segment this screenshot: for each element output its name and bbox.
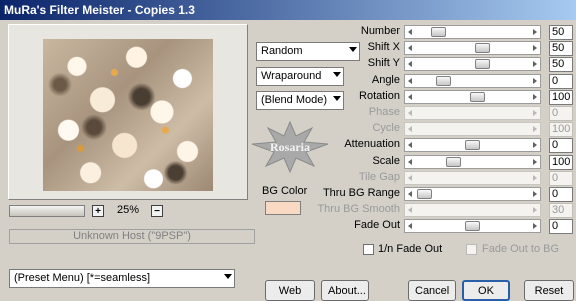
- angle-value-field[interactable]: 0: [549, 74, 573, 89]
- arrow-left-icon[interactable]: [408, 159, 412, 165]
- fade-to-bg-checkbox[interactable]: [466, 244, 477, 255]
- arrow-left-icon[interactable]: [408, 110, 412, 116]
- fade-to-bg-label: Fade Out to BG: [482, 243, 560, 255]
- thru-bg-range-slider-thumb[interactable]: [417, 189, 432, 199]
- arrow-left-icon[interactable]: [408, 94, 412, 100]
- cycle-value-field[interactable]: 100: [549, 122, 573, 137]
- host-status: Unknown Host ("9PSP"): [9, 229, 255, 244]
- tile-gap-label: Tile Gap: [358, 171, 400, 183]
- arrow-right-icon[interactable]: [533, 142, 537, 148]
- thru-bg-smooth-label: Thru BG Smooth: [317, 203, 400, 215]
- attenuation-slider[interactable]: [404, 138, 541, 152]
- angle-label: Angle: [371, 74, 400, 86]
- arrow-right-icon[interactable]: [533, 191, 537, 197]
- rotation-slider[interactable]: [404, 90, 541, 104]
- arrow-right-icon[interactable]: [533, 175, 537, 181]
- thru-bg-range-slider[interactable]: [404, 187, 541, 201]
- thru-bg-smooth-slider[interactable]: [404, 203, 541, 217]
- shift-y-value-field[interactable]: 50: [549, 57, 573, 72]
- preview-panel[interactable]: [8, 24, 248, 200]
- tile-gap-value-field[interactable]: 0: [549, 171, 573, 186]
- zoom-in-button[interactable]: +: [92, 205, 104, 217]
- zoom-out-button[interactable]: −: [151, 205, 163, 217]
- rotation-value-field[interactable]: 100: [549, 90, 573, 105]
- title-bar: MuRa's Filter Meister - Copies 1.3: [0, 0, 576, 20]
- fade-out-label: Fade Out: [354, 219, 400, 231]
- scale-slider[interactable]: [404, 155, 541, 169]
- preset-menu-value: (Preset Menu) [*=seamless]: [14, 272, 151, 284]
- arrow-left-icon[interactable]: [408, 126, 412, 132]
- shift-y-slider[interactable]: [404, 57, 541, 71]
- scale-label: Scale: [372, 155, 400, 167]
- rotation-slider-thumb[interactable]: [470, 92, 485, 102]
- arrow-right-icon[interactable]: [533, 207, 537, 213]
- arrow-right-icon[interactable]: [533, 223, 537, 229]
- angle-slider[interactable]: [404, 74, 541, 88]
- shift-x-value-field[interactable]: 50: [549, 41, 573, 56]
- fade-out-value-field[interactable]: 0: [549, 219, 573, 234]
- attenuation-value-field[interactable]: 0: [549, 138, 573, 153]
- shift-x-label: Shift X: [367, 41, 400, 53]
- filter-window: MuRa's Filter Meister - Copies 1.3 + 25%…: [0, 0, 576, 301]
- arrow-right-icon[interactable]: [533, 29, 537, 35]
- shift-y-label: Shift Y: [367, 57, 400, 69]
- thru-bg-range-label: Thru BG Range: [322, 187, 400, 199]
- arrow-left-icon[interactable]: [408, 191, 412, 197]
- shift-y-slider-thumb[interactable]: [475, 59, 490, 69]
- attenuation-slider-thumb[interactable]: [465, 140, 480, 150]
- zoom-slider[interactable]: [9, 205, 85, 217]
- arrow-left-icon[interactable]: [408, 61, 412, 67]
- arrow-left-icon[interactable]: [408, 78, 412, 84]
- tile-gap-slider[interactable]: [404, 171, 541, 185]
- arrow-left-icon[interactable]: [408, 45, 412, 51]
- arrow-right-icon[interactable]: [533, 61, 537, 67]
- number-label: Number: [360, 25, 400, 37]
- attenuation-label: Attenuation: [344, 138, 400, 150]
- number-slider-thumb[interactable]: [431, 27, 446, 37]
- reset-button[interactable]: Reset: [524, 280, 574, 301]
- cancel-button[interactable]: Cancel: [408, 280, 456, 301]
- fade-out-slider-thumb[interactable]: [465, 221, 480, 231]
- preset-menu-dropdown[interactable]: (Preset Menu) [*=seamless]: [9, 269, 235, 288]
- number-slider[interactable]: [404, 25, 541, 39]
- thru-bg-range-value-field[interactable]: 0: [549, 187, 573, 202]
- inverse-fade-label: 1/n Fade Out: [378, 243, 443, 255]
- rotation-label: Rotation: [359, 90, 400, 102]
- cycle-slider[interactable]: [404, 122, 541, 136]
- arrow-right-icon[interactable]: [533, 94, 537, 100]
- arrow-right-icon[interactable]: [533, 159, 537, 165]
- arrow-left-icon[interactable]: [408, 223, 412, 229]
- phase-label: Phase: [368, 106, 400, 118]
- inverse-fade-checkbox[interactable]: [363, 244, 374, 255]
- web-button[interactable]: Web: [265, 280, 315, 301]
- preview-image[interactable]: [43, 39, 213, 191]
- phase-slider[interactable]: [404, 106, 541, 120]
- arrow-right-icon[interactable]: [533, 126, 537, 132]
- arrow-right-icon[interactable]: [533, 78, 537, 84]
- arrow-right-icon[interactable]: [533, 45, 537, 51]
- scale-value-field[interactable]: 100: [549, 155, 573, 170]
- chevron-down-icon: [224, 274, 232, 279]
- arrow-left-icon[interactable]: [408, 29, 412, 35]
- arrow-left-icon[interactable]: [408, 207, 412, 213]
- number-value-field[interactable]: 50: [549, 25, 573, 40]
- shift-x-slider-thumb[interactable]: [475, 43, 490, 53]
- fade-out-slider[interactable]: [404, 219, 541, 233]
- arrow-right-icon[interactable]: [533, 110, 537, 116]
- arrow-left-icon[interactable]: [408, 142, 412, 148]
- arrow-left-icon[interactable]: [408, 175, 412, 181]
- scale-slider-thumb[interactable]: [446, 157, 461, 167]
- zoom-level: 25%: [117, 204, 140, 216]
- angle-slider-thumb[interactable]: [436, 76, 451, 86]
- ok-button[interactable]: OK: [462, 280, 510, 301]
- shift-x-slider[interactable]: [404, 41, 541, 55]
- cycle-label: Cycle: [372, 122, 400, 134]
- thru-bg-smooth-value-field[interactable]: 30: [549, 203, 573, 218]
- about-button[interactable]: About...: [321, 280, 369, 301]
- phase-value-field[interactable]: 0: [549, 106, 573, 121]
